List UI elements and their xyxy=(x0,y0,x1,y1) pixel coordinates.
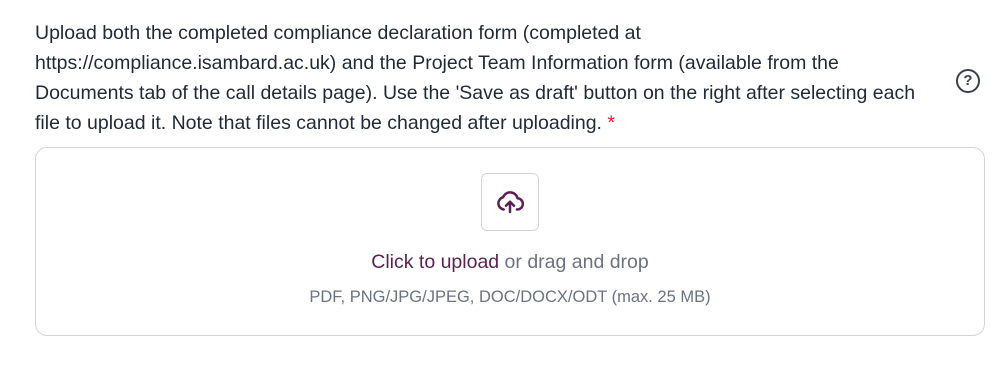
help-icon[interactable]: ? xyxy=(956,69,980,93)
question-text: Upload both the completed compliance dec… xyxy=(35,22,916,134)
cloud-upload-icon xyxy=(497,191,525,214)
drag-and-drop-text: or drag and drop xyxy=(499,251,649,273)
required-asterisk: * xyxy=(607,112,615,134)
accepted-formats-hint: PDF, PNG/JPG/JPEG, DOC/DOCX/ODT (max. 25… xyxy=(309,288,711,306)
file-dropzone[interactable]: Click to upload or drag and drop PDF, PN… xyxy=(35,147,985,336)
help-icon-glyph: ? xyxy=(963,72,973,89)
click-to-upload-link[interactable]: Click to upload xyxy=(371,251,499,273)
upload-icon-box xyxy=(481,173,539,231)
upload-instruction: Click to upload or drag and drop xyxy=(36,251,984,274)
upload-question-label: Upload both the completed compliance dec… xyxy=(35,18,940,138)
